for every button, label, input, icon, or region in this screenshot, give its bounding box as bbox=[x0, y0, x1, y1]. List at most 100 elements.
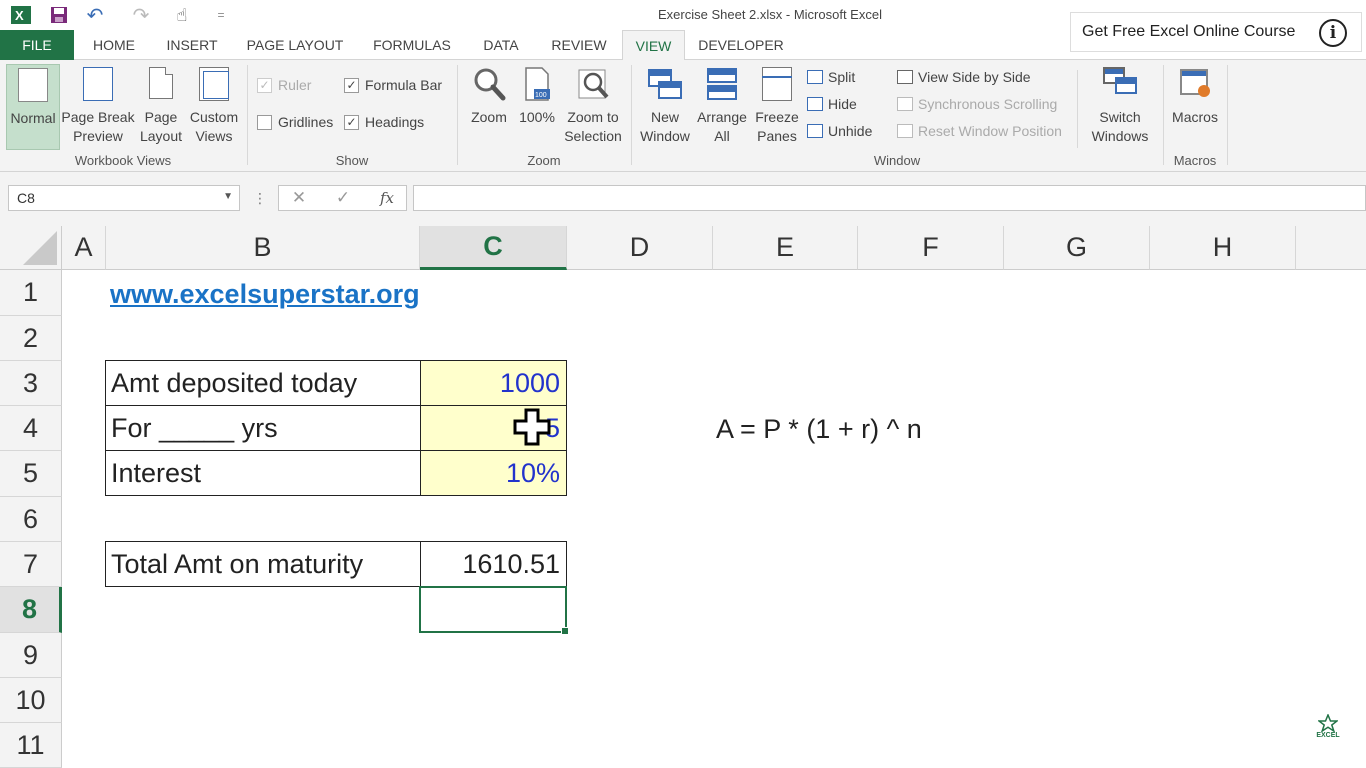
promo-text[interactable]: Get Free Excel Online Course bbox=[1082, 23, 1295, 41]
tab-insert[interactable]: INSERT bbox=[156, 30, 228, 60]
normal-view-icon bbox=[16, 68, 50, 102]
undo-icon[interactable]: ↶ bbox=[80, 5, 110, 27]
name-box[interactable]: C8 ▼ bbox=[8, 185, 240, 211]
formula-bar-checkbox[interactable]: ✓ Formula Bar bbox=[344, 77, 442, 93]
enter-icon[interactable]: ✓ bbox=[328, 185, 358, 211]
page-layout-icon bbox=[144, 67, 178, 101]
touch-mode-icon[interactable]: ☝ bbox=[168, 5, 196, 25]
promo-banner[interactable]: Get Free Excel Online Course i bbox=[1070, 12, 1362, 52]
save-icon[interactable] bbox=[48, 5, 70, 25]
headings-label: Headings bbox=[365, 114, 425, 130]
tab-home[interactable]: HOME bbox=[78, 30, 150, 60]
group-label-show: Show bbox=[335, 153, 369, 168]
zoom-to-selection-icon bbox=[576, 67, 610, 101]
tab-review[interactable]: REVIEW bbox=[540, 30, 618, 60]
row-header-4[interactable]: 4 bbox=[0, 406, 62, 451]
row-header-6[interactable]: 6 bbox=[0, 497, 62, 542]
chevron-down-icon[interactable]: ▼ bbox=[223, 191, 233, 202]
name-box-value: C8 bbox=[17, 190, 35, 206]
active-cell-c8[interactable] bbox=[419, 586, 569, 635]
ribbon-divider bbox=[1227, 65, 1228, 165]
side-by-side-icon bbox=[897, 70, 913, 84]
ruler-checkbox[interactable]: ✓ Ruler bbox=[257, 77, 311, 93]
column-header-d[interactable]: D bbox=[567, 226, 713, 270]
page-layout-label-1: Page bbox=[144, 109, 178, 125]
custom-views-label-2: Views bbox=[195, 128, 233, 144]
column-header-h[interactable]: H bbox=[1150, 226, 1296, 270]
side-by-side-label: View Side by Side bbox=[918, 69, 1031, 85]
column-header-c[interactable]: C bbox=[420, 226, 567, 270]
new-window-button[interactable]: New Window bbox=[636, 64, 694, 150]
info-icon[interactable]: i bbox=[1319, 19, 1347, 47]
worksheet-grid[interactable]: A B C D E F G H 1 2 3 4 5 6 7 8 9 10 11 … bbox=[0, 226, 1366, 768]
page-layout-button[interactable]: Page Layout bbox=[136, 64, 186, 150]
tab-file[interactable]: FILE bbox=[0, 30, 74, 60]
tab-view[interactable]: VIEW bbox=[622, 30, 685, 61]
cell-b5[interactable]: Interest bbox=[105, 450, 421, 496]
custom-views-button[interactable]: Custom Views bbox=[186, 64, 242, 150]
gridlines-checkbox[interactable]: Gridlines bbox=[257, 114, 333, 130]
redo-icon[interactable]: ↷ bbox=[128, 5, 154, 27]
zoom-100-button[interactable]: 100 100% bbox=[516, 64, 558, 150]
arrange-all-button[interactable]: Arrange All bbox=[694, 64, 750, 150]
formula-bar-label: Formula Bar bbox=[365, 77, 443, 93]
row-header-8[interactable]: 8 bbox=[0, 587, 62, 633]
page-break-preview-button[interactable]: Page Break Preview bbox=[61, 64, 135, 150]
row-header-2[interactable]: 2 bbox=[0, 316, 62, 361]
split-button[interactable]: Split bbox=[807, 67, 855, 87]
row-header-10[interactable]: 10 bbox=[0, 678, 62, 723]
zoom-to-selection-button[interactable]: Zoom to Selection bbox=[560, 64, 626, 150]
arrange-all-icon bbox=[705, 67, 739, 101]
formula-bar: C8 ▼ ⋮ ✕ ✓ fx bbox=[0, 172, 1366, 226]
column-header-e[interactable]: E bbox=[713, 226, 858, 270]
row-header-7[interactable]: 7 bbox=[0, 542, 62, 587]
cell-b3[interactable]: Amt deposited today bbox=[105, 360, 421, 406]
group-label-zoom: Zoom bbox=[527, 153, 561, 168]
zoom-100-label: 100% bbox=[519, 109, 555, 125]
row-header-1[interactable]: 1 bbox=[0, 270, 62, 316]
row-header-9[interactable]: 9 bbox=[0, 633, 62, 678]
column-header-g[interactable]: G bbox=[1004, 226, 1150, 270]
cell-c3[interactable]: 1000 bbox=[420, 360, 567, 406]
insert-function-icon[interactable]: fx bbox=[372, 185, 402, 211]
cell-b7[interactable]: Total Amt on maturity bbox=[105, 541, 421, 587]
row-header-3[interactable]: 3 bbox=[0, 361, 62, 406]
page-break-label-1: Page Break bbox=[61, 109, 135, 125]
select-all-button[interactable] bbox=[0, 226, 62, 270]
cell-c7[interactable]: 1610.51 bbox=[420, 541, 567, 587]
cancel-icon[interactable]: ✕ bbox=[284, 185, 314, 211]
column-header-f[interactable]: F bbox=[858, 226, 1004, 270]
headings-checkbox[interactable]: ✓ Headings bbox=[344, 114, 424, 130]
macros-button[interactable]: Macros bbox=[1166, 64, 1224, 150]
unhide-button[interactable]: Unhide bbox=[807, 121, 872, 141]
cell-b4[interactable]: For _____ yrs bbox=[105, 405, 421, 451]
freeze-panes-button[interactable]: Freeze Panes bbox=[750, 64, 804, 150]
row-header-5[interactable]: 5 bbox=[0, 451, 62, 497]
formula-input[interactable] bbox=[413, 185, 1366, 211]
zoom-button[interactable]: Zoom bbox=[462, 64, 516, 150]
view-side-by-side-button[interactable]: View Side by Side bbox=[897, 67, 1031, 87]
cell-c5[interactable]: 10% bbox=[420, 450, 567, 496]
hide-icon bbox=[807, 97, 823, 111]
synchronous-scrolling-button[interactable]: Synchronous Scrolling bbox=[897, 94, 1057, 114]
customize-qat-icon[interactable]: = bbox=[212, 5, 230, 25]
group-label-macros: Macros bbox=[1173, 153, 1217, 168]
switch-windows-button[interactable]: Switch Windows bbox=[1084, 64, 1156, 150]
cell-e4-formula-note[interactable]: A = P * (1 + r) ^ n bbox=[716, 406, 922, 452]
group-macros: Macros Macros bbox=[1164, 60, 1226, 172]
column-header-b[interactable]: B bbox=[106, 226, 420, 270]
hide-button[interactable]: Hide bbox=[807, 94, 857, 114]
reset-window-position-button[interactable]: Reset Window Position bbox=[897, 121, 1062, 141]
row-header-11[interactable]: 11 bbox=[0, 723, 62, 768]
tab-developer[interactable]: DEVELOPER bbox=[692, 30, 790, 60]
column-header-next[interactable] bbox=[1296, 226, 1366, 270]
column-header-a[interactable]: A bbox=[62, 226, 106, 270]
more-options-icon[interactable]: ⋮ bbox=[246, 185, 274, 211]
website-link[interactable]: www.excelsuperstar.org bbox=[110, 274, 420, 314]
page-break-icon bbox=[81, 67, 115, 101]
tab-data[interactable]: DATA bbox=[470, 30, 532, 60]
tab-page-layout[interactable]: PAGE LAYOUT bbox=[236, 30, 354, 60]
new-window-icon bbox=[648, 67, 682, 101]
normal-view-button[interactable]: Normal bbox=[6, 64, 60, 150]
tab-formulas[interactable]: FORMULAS bbox=[362, 30, 462, 60]
